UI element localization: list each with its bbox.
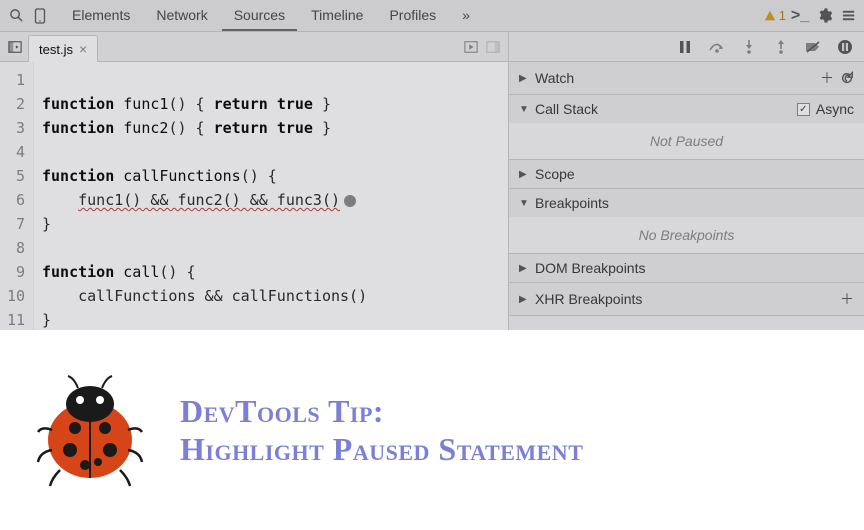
collapse-icon: ▶ [519, 294, 529, 305]
xhr-breakpoints-header[interactable]: ▶ XHR Breakpoints ＋ [509, 283, 864, 315]
collapse-icon: ▶ [519, 263, 529, 274]
tab-profiles[interactable]: Profiles [377, 1, 448, 31]
step-out-icon[interactable] [772, 38, 790, 56]
expand-icon: ▼ [519, 104, 529, 115]
xhr-breakpoints-title: XHR Breakpoints [535, 291, 642, 307]
settings-gear-icon[interactable] [814, 6, 834, 26]
step-into-icon[interactable] [740, 38, 758, 56]
dom-breakpoints-header[interactable]: ▶ DOM Breakpoints [509, 254, 864, 282]
inline-warning-icon[interactable] [344, 195, 356, 207]
dom-breakpoints-title: DOM Breakpoints [535, 260, 645, 276]
close-tab-icon[interactable]: × [79, 41, 87, 57]
device-icon[interactable] [30, 6, 50, 26]
scope-header[interactable]: ▶ Scope [509, 160, 864, 188]
scope-pane: ▶ Scope [509, 160, 864, 189]
watch-title: Watch [535, 70, 574, 86]
step-over-icon[interactable] [708, 38, 726, 56]
watch-header[interactable]: ▶ Watch ＋ [509, 62, 864, 94]
pause-icon[interactable] [676, 38, 694, 56]
callstack-title: Call Stack [535, 101, 598, 117]
drawer-icon[interactable] [838, 6, 858, 26]
console-icon[interactable]: >_ [790, 6, 810, 26]
collapse-icon: ▶ [519, 169, 529, 180]
dom-breakpoints-pane: ▶ DOM Breakpoints [509, 254, 864, 283]
breakpoints-pane: ▼ Breakpoints No Breakpoints [509, 189, 864, 254]
tab-network[interactable]: Network [144, 1, 219, 31]
add-xhr-icon[interactable]: ＋ [840, 289, 854, 309]
search-icon[interactable] [6, 6, 26, 26]
tab-elements[interactable]: Elements [60, 1, 142, 31]
breakpoints-title: Breakpoints [535, 195, 609, 211]
panel-tabs: Elements Network Sources Timeline Profil… [60, 1, 482, 31]
warning-badge[interactable]: 1 [763, 8, 786, 23]
expand-icon: ▼ [519, 198, 529, 209]
tip-overlay: DevTools Tip: Highlight Paused Statement [0, 330, 864, 530]
watch-pane: ▶ Watch ＋ [509, 62, 864, 95]
tab-timeline[interactable]: Timeline [299, 1, 375, 31]
tab-overflow[interactable]: » [450, 1, 482, 31]
callstack-header[interactable]: ▼ Call Stack ✓ Async [509, 95, 864, 123]
main-toolbar: Elements Network Sources Timeline Profil… [0, 0, 864, 32]
deactivate-breakpoints-icon[interactable] [804, 38, 822, 56]
debug-toolbar [509, 32, 864, 62]
navigator-toggle-icon[interactable] [6, 38, 24, 56]
toggle-sidebar-icon[interactable] [484, 38, 502, 56]
tip-text: DevTools Tip: Highlight Paused Statement [180, 392, 583, 469]
warning-count: 1 [779, 8, 786, 23]
tip-line2: Highlight Paused Statement [180, 430, 583, 468]
async-checkbox[interactable]: ✓ [797, 103, 810, 116]
callstack-pane: ▼ Call Stack ✓ Async Not Paused [509, 95, 864, 160]
callstack-body: Not Paused [509, 123, 864, 159]
xhr-breakpoints-pane: ▶ XHR Breakpoints ＋ [509, 283, 864, 316]
file-tabbar: test.js × [0, 32, 508, 62]
pause-exceptions-icon[interactable] [836, 38, 854, 56]
file-tab-label: test.js [39, 42, 73, 57]
run-snippet-icon[interactable] [462, 38, 480, 56]
refresh-watch-icon[interactable] [840, 71, 854, 85]
file-tab-testjs[interactable]: test.js × [28, 35, 98, 62]
add-watch-icon[interactable]: ＋ [820, 68, 834, 88]
async-label: Async [816, 101, 854, 117]
tab-sources[interactable]: Sources [222, 1, 297, 31]
collapse-icon: ▶ [519, 73, 529, 84]
ladybug-icon [30, 370, 150, 490]
breakpoints-header[interactable]: ▼ Breakpoints [509, 189, 864, 217]
tip-line1: DevTools Tip: [180, 392, 583, 430]
scope-title: Scope [535, 166, 575, 182]
breakpoints-body: No Breakpoints [509, 217, 864, 253]
